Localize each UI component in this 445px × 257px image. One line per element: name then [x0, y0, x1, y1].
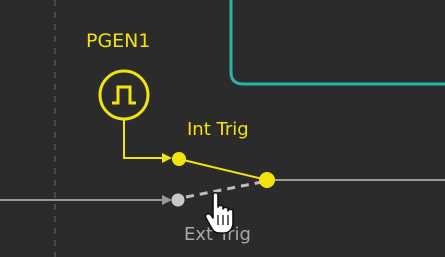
hand-pointer-icon: [204, 191, 234, 234]
cursor-layer: [204, 191, 234, 234]
trigger-routing-canvas: PGEN1 Int Trig Ext Trig: [0, 0, 445, 257]
